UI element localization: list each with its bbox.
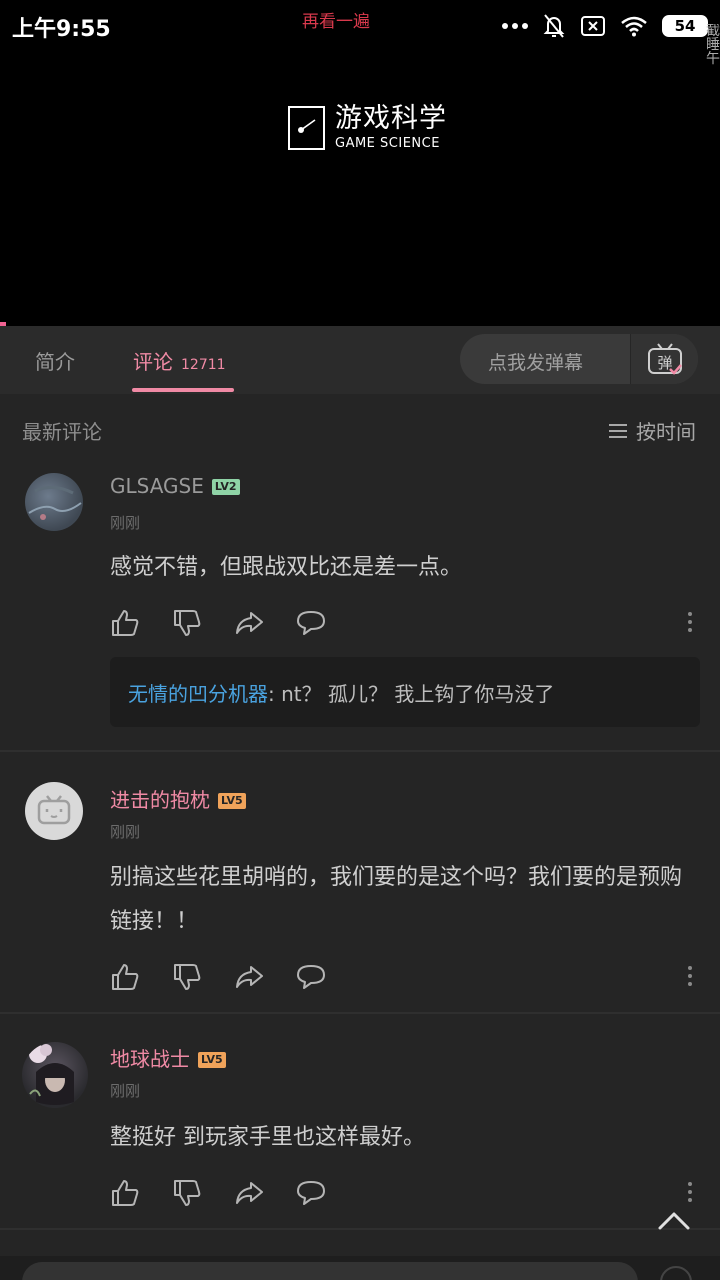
divider (0, 750, 720, 752)
comment-text: 别搞这些花里胡哨的，我们要的是这个吗？我们要的是预购链接！！ (110, 865, 683, 934)
reply-preview[interactable]: 无情的凹分机器: nt？ 孤儿？ 我上钩了你马没了 (110, 657, 700, 727)
level-badge: LV2 (211, 479, 240, 495)
comment-username[interactable]: GLSAGSE LV2 (110, 474, 240, 498)
edge-text: 截睡午 (706, 24, 720, 66)
avatar[interactable] (25, 782, 83, 840)
emoji-icon[interactable] (660, 1266, 692, 1280)
divider (0, 1012, 720, 1014)
dislike-icon[interactable] (172, 608, 202, 638)
danmaku-input[interactable]: 点我发弹幕 弹 (460, 334, 698, 384)
comment-input[interactable] (22, 1262, 638, 1280)
comments-count: 12711 (181, 357, 226, 373)
divider (0, 1228, 720, 1230)
sort-button-label: 按时间 (636, 420, 696, 444)
logo-mark-icon (288, 105, 325, 150)
like-icon[interactable] (110, 962, 140, 992)
status-time: 上午9:55 (12, 17, 111, 42)
tab-comments-label: 评论 (133, 350, 173, 374)
wifi-icon (621, 16, 647, 37)
logo-title: 游戏科学 (335, 103, 447, 134)
comment-username[interactable]: 地球战士 LV5 (110, 1043, 226, 1072)
avatar[interactable] (22, 1042, 88, 1108)
more-options-icon[interactable] (688, 612, 692, 632)
sim-off-icon (581, 16, 605, 36)
mute-bell-icon (543, 14, 565, 38)
list-icon (609, 423, 627, 438)
comments-panel: 最新评论 按时间 GLSAGSE LV2 刚刚 感觉不错，但跟战双比还是差一点。 (0, 394, 720, 1256)
replay-button[interactable]: 再看一遍 (302, 7, 370, 32)
sort-label: 最新评论 (22, 420, 102, 444)
reply-icon[interactable] (296, 608, 326, 638)
level-badge: LV5 (198, 1052, 226, 1068)
username-text: 进击的抱枕 (110, 788, 210, 812)
more-options-icon[interactable] (688, 1182, 692, 1202)
reply-username[interactable]: 无情的凹分机器 (128, 682, 268, 706)
like-icon[interactable] (110, 1178, 140, 1208)
tab-intro[interactable]: 简介 (35, 346, 75, 375)
avatar[interactable] (25, 473, 83, 531)
comment-actions (110, 608, 700, 638)
comment-time: 刚刚 (110, 514, 141, 532)
share-icon[interactable] (234, 608, 264, 638)
comment-text: 整挺好 到玩家手里也这样最好。 (110, 1125, 425, 1150)
default-avatar-icon (37, 795, 71, 825)
comment-text: 感觉不错，但跟战双比还是差一点。 (110, 555, 463, 580)
more-options-icon[interactable] (688, 966, 692, 986)
tab-bar: 简介 评论 12711 点我发弹幕 弹 (0, 326, 720, 394)
username-text: GLSAGSE (110, 474, 204, 498)
share-icon[interactable] (234, 962, 264, 992)
danmaku-toggle-button[interactable]: 弹 (630, 334, 698, 384)
scroll-to-top-icon[interactable] (656, 1204, 692, 1234)
reply-icon[interactable] (296, 1178, 326, 1208)
username-text: 地球战士 (110, 1047, 190, 1071)
sort-row: 最新评论 按时间 (0, 394, 720, 464)
comment-time: 刚刚 (110, 1082, 141, 1100)
status-icons: 54 (502, 12, 708, 40)
bottom-comment-bar (0, 1256, 720, 1280)
dislike-icon[interactable] (172, 962, 202, 992)
active-tab-indicator (132, 388, 234, 392)
level-badge: LV5 (218, 793, 246, 809)
status-bar: 上午9:55 再看一遍 54 截睡午 (0, 0, 720, 66)
reply-icon[interactable] (296, 962, 326, 992)
comment-time: 刚刚 (110, 823, 141, 841)
logo-subtitle: GAME SCIENCE (335, 136, 440, 151)
battery-icon: 54 (662, 15, 708, 37)
danmaku-tv-icon: 弹 (647, 343, 682, 375)
comment-actions (110, 962, 700, 992)
reply-text: : nt？ 孤儿？ 我上钩了你马没了 (268, 682, 555, 706)
dislike-icon[interactable] (172, 1178, 202, 1208)
comment-actions (110, 1178, 700, 1208)
danmaku-placeholder: 点我发弹幕 (488, 352, 584, 374)
tab-comments[interactable]: 评论 12711 (133, 346, 226, 375)
like-icon[interactable] (110, 608, 140, 638)
share-icon[interactable] (234, 1178, 264, 1208)
comment-username[interactable]: 进击的抱枕 LV5 (110, 784, 246, 813)
game-science-logo: 游戏科学 GAME SCIENCE (288, 104, 447, 151)
sort-by-time-button[interactable]: 按时间 (608, 416, 696, 445)
more-dots-icon (502, 23, 528, 29)
video-player[interactable]: 上午9:55 再看一遍 54 截睡午 游戏科学 GAME SCIENCE (0, 0, 720, 326)
